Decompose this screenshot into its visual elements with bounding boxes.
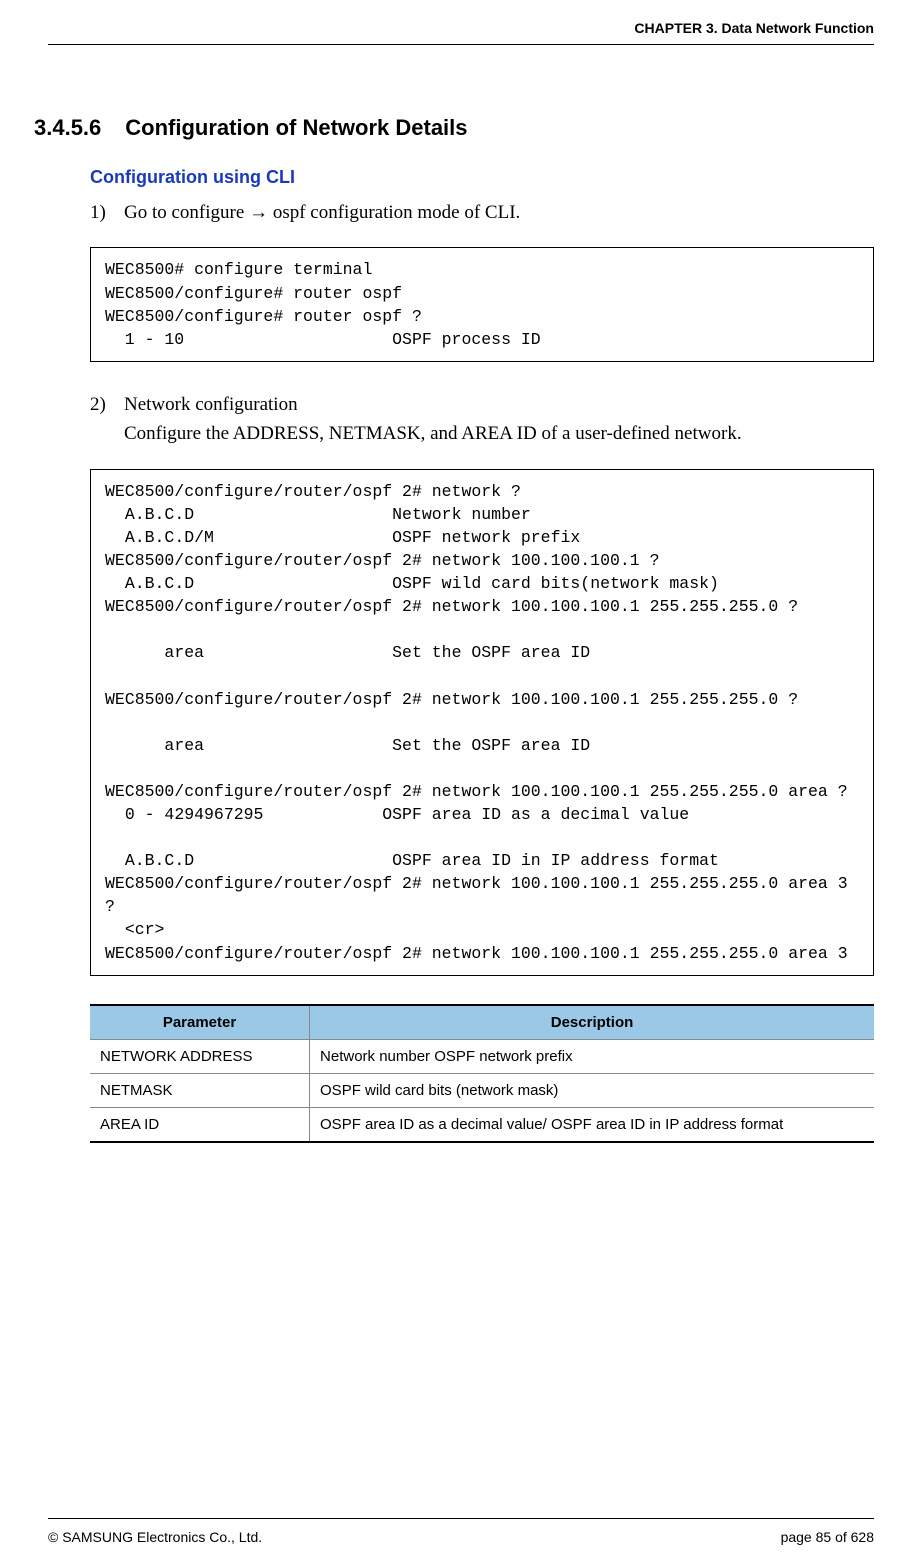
step1-before: Go to configure <box>124 202 249 223</box>
step-text: Network configuration Configure the ADDR… <box>124 390 874 449</box>
step-1: 1) Go to configure → ospf configuration … <box>90 198 874 227</box>
table-row: NETMASK OSPF wild card bits (network mas… <box>90 1073 874 1107</box>
arrow-icon: → <box>249 202 268 223</box>
parameter-table: Parameter Description NETWORK ADDRESS Ne… <box>90 1004 874 1143</box>
step1-after: ospf configuration mode of CLI. <box>268 202 520 223</box>
code-block-2: WEC8500/configure/router/ospf 2# network… <box>90 469 874 976</box>
table-row: AREA ID OSPF area ID as a decimal value/… <box>90 1107 874 1142</box>
cell-desc: OSPF area ID as a decimal value/ OSPF ar… <box>310 1107 874 1142</box>
main-content: Configuration using CLI 1) Go to configu… <box>90 167 874 1143</box>
th-parameter: Parameter <box>90 1005 310 1040</box>
page-header: CHAPTER 3. Data Network Function <box>48 20 874 45</box>
section-number: 3.4.5.6 <box>34 115 101 141</box>
code-block-1: WEC8500# configure terminal WEC8500/conf… <box>90 247 874 361</box>
th-description: Description <box>310 1005 874 1040</box>
step-number: 1) <box>90 198 124 227</box>
cell-param: NETMASK <box>90 1073 310 1107</box>
step-2: 2) Network configuration Configure the A… <box>90 390 874 449</box>
table-header-row: Parameter Description <box>90 1005 874 1040</box>
cell-param: AREA ID <box>90 1107 310 1142</box>
table-row: NETWORK ADDRESS Network number OSPF netw… <box>90 1039 874 1073</box>
section-title: Configuration of Network Details <box>125 115 467 141</box>
chapter-title: CHAPTER 3. Data Network Function <box>634 20 874 36</box>
step2-line2: Configure the ADDRESS, NETMASK, and AREA… <box>124 423 742 444</box>
cli-subheading: Configuration using CLI <box>90 167 874 188</box>
cell-desc: Network number OSPF network prefix <box>310 1039 874 1073</box>
cell-desc: OSPF wild card bits (network mask) <box>310 1073 874 1107</box>
cell-param: NETWORK ADDRESS <box>90 1039 310 1073</box>
spacer <box>48 1143 874 1478</box>
document-page: CHAPTER 3. Data Network Function 3.4.5.6… <box>0 0 922 1565</box>
step-number: 2) <box>90 390 124 449</box>
step2-line1: Network configuration <box>124 394 298 415</box>
page-footer: © SAMSUNG Electronics Co., Ltd. page 85 … <box>48 1518 874 1565</box>
section-heading: 3.4.5.6 Configuration of Network Details <box>34 115 874 141</box>
copyright-text: © SAMSUNG Electronics Co., Ltd. <box>48 1529 262 1545</box>
page-number: page 85 of 628 <box>781 1529 874 1545</box>
step-text: Go to configure → ospf configuration mod… <box>124 198 874 227</box>
